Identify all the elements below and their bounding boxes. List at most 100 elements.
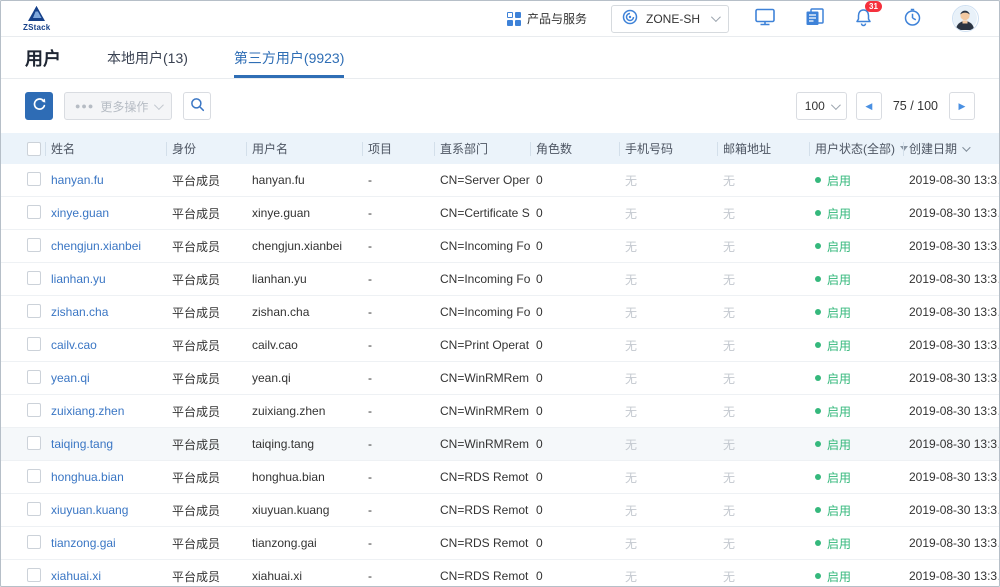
row-checkbox[interactable] (27, 271, 41, 285)
column-header-username[interactable]: 用户名 (246, 140, 362, 157)
next-arrow-icon: ▶ (959, 101, 966, 112)
roles-cell: 0 (530, 371, 619, 385)
column-header-date-sort[interactable]: 创建日期 (903, 140, 999, 157)
column-header-identity[interactable]: 身份 (166, 140, 246, 157)
refresh-button[interactable] (25, 92, 53, 120)
department-cell: CN=RDS Remot… (434, 503, 530, 517)
console-button[interactable] (755, 8, 775, 29)
column-header-project[interactable]: 项目 (362, 140, 434, 157)
status-dot-icon (815, 540, 821, 546)
user-name-link[interactable]: lianhan.yu (45, 272, 166, 286)
notification-badge: 31 (865, 1, 882, 13)
table-row[interactable]: zuixiang.zhen 平台成员 zuixiang.zhen - CN=Wi… (1, 395, 999, 428)
status-dot-icon (815, 210, 821, 216)
user-name-link[interactable]: chengjun.xianbei (45, 239, 166, 253)
table-row[interactable]: xinye.guan 平台成员 xinye.guan - CN=Certific… (1, 197, 999, 230)
identity-cell: 平台成员 (166, 568, 246, 585)
status-label: 启用 (827, 370, 851, 387)
table-row[interactable]: honghua.bian 平台成员 honghua.bian - CN=RDS … (1, 461, 999, 494)
status-badge: 启用 (815, 502, 903, 519)
column-header-name[interactable]: 姓名 (45, 140, 166, 157)
pagination: 100 ◀ 75 / 100 ▶ (796, 92, 975, 120)
identity-cell: 平台成员 (166, 502, 246, 519)
roles-cell: 0 (530, 569, 619, 583)
page-size-select[interactable]: 100 (796, 92, 847, 120)
user-name-link[interactable]: hanyan.fu (45, 173, 166, 187)
column-header-phone[interactable]: 手机号码 (619, 140, 717, 157)
row-checkbox[interactable] (27, 304, 41, 318)
table-row[interactable]: taiqing.tang 平台成员 taiqing.tang - CN=WinR… (1, 428, 999, 461)
row-checkbox[interactable] (27, 568, 41, 582)
row-checkbox[interactable] (27, 469, 41, 483)
more-actions-button[interactable]: ●●● 更多操作 (64, 92, 172, 120)
notifications-button[interactable]: 31 (854, 8, 873, 30)
table-row[interactable]: hanyan.fu 平台成员 hanyan.fu - CN=Server Ope… (1, 164, 999, 197)
table-row[interactable]: chengjun.xianbei 平台成员 chengjun.xianbei -… (1, 230, 999, 263)
status-dot-icon (815, 309, 821, 315)
status-dot-icon (815, 342, 821, 348)
phone-cell: 无 (619, 337, 717, 354)
row-checkbox[interactable] (27, 238, 41, 252)
table-row[interactable]: xiahuai.xi 平台成员 xiahuai.xi - CN=RDS Remo… (1, 560, 999, 587)
user-name-link[interactable]: zuixiang.zhen (45, 404, 166, 418)
top-header: ZStack 产品与服务 ZONE-SH (1, 1, 999, 37)
user-name-link[interactable]: honghua.bian (45, 470, 166, 484)
row-checkbox[interactable] (27, 403, 41, 417)
column-header-status-filter[interactable]: 用户状态(全部) (809, 140, 903, 157)
created-date-cell: 2019-08-30 13:3… (903, 470, 999, 484)
products-services-menu[interactable]: 产品与服务 (507, 10, 587, 27)
username-cell: lianhan.yu (246, 272, 362, 286)
table-row[interactable]: zishan.cha 平台成员 zishan.cha - CN=Incoming… (1, 296, 999, 329)
column-header-email[interactable]: 邮箱地址 (717, 140, 809, 157)
row-checkbox[interactable] (27, 535, 41, 549)
user-name-link[interactable]: xiahuai.xi (45, 569, 166, 583)
project-cell: - (362, 470, 434, 484)
page-title: 用户 (25, 45, 61, 71)
row-checkbox[interactable] (27, 436, 41, 450)
zstack-logo[interactable]: ZStack (23, 6, 50, 32)
app-window: ZStack 产品与服务 ZONE-SH (0, 0, 1000, 587)
row-checkbox[interactable] (27, 370, 41, 384)
table-row[interactable]: tianzong.gai 平台成员 tianzong.gai - CN=RDS … (1, 527, 999, 560)
email-cell: 无 (717, 238, 809, 255)
next-page-button[interactable]: ▶ (949, 92, 975, 120)
row-checkbox[interactable] (27, 337, 41, 351)
search-button[interactable] (183, 92, 211, 120)
chevron-down-icon (831, 100, 841, 110)
phone-cell: 无 (619, 370, 717, 387)
row-checkbox[interactable] (27, 205, 41, 219)
project-cell: - (362, 206, 434, 220)
column-header-department[interactable]: 直系部门 (434, 140, 530, 157)
user-menu[interactable] (952, 5, 979, 32)
user-name-link[interactable]: yean.qi (45, 371, 166, 385)
select-all-checkbox[interactable] (27, 142, 41, 156)
table-header-row: 姓名 身份 用户名 项目 直系部门 角色数 手机号码 邮箱地址 用户状态(全部)… (1, 133, 999, 164)
status-label: 启用 (827, 271, 851, 288)
column-header-roles[interactable]: 角色数 (530, 140, 619, 157)
prev-page-button[interactable]: ◀ (856, 92, 882, 120)
project-cell: - (362, 536, 434, 550)
project-cell: - (362, 503, 434, 517)
user-name-link[interactable]: xiuyuan.kuang (45, 503, 166, 517)
zone-selector[interactable]: ZONE-SH (611, 5, 729, 33)
user-name-link[interactable]: cailv.cao (45, 338, 166, 352)
username-cell: tianzong.gai (246, 536, 362, 550)
status-badge: 启用 (815, 205, 903, 222)
email-cell: 无 (717, 172, 809, 189)
table-row[interactable]: lianhan.yu 平台成员 lianhan.yu - CN=Incoming… (1, 263, 999, 296)
user-name-link[interactable]: zishan.cha (45, 305, 166, 319)
docs-button[interactable] (805, 8, 824, 29)
created-date-cell: 2019-08-30 13:3… (903, 569, 999, 583)
row-checkbox[interactable] (27, 502, 41, 516)
tab-third-party-users[interactable]: 第三方用户(9923) (234, 37, 344, 78)
tab-local-users[interactable]: 本地用户(13) (107, 37, 188, 78)
user-name-link[interactable]: xinye.guan (45, 206, 166, 220)
row-checkbox[interactable] (27, 172, 41, 186)
table-row[interactable]: xiuyuan.kuang 平台成员 xiuyuan.kuang - CN=RD… (1, 494, 999, 527)
history-button[interactable] (903, 8, 922, 30)
user-name-link[interactable]: taiqing.tang (45, 437, 166, 451)
tab-bar: 用户 本地用户(13) 第三方用户(9923) (1, 37, 999, 79)
table-row[interactable]: cailv.cao 平台成员 cailv.cao - CN=Print Oper… (1, 329, 999, 362)
table-row[interactable]: yean.qi 平台成员 yean.qi - CN=WinRMRem… 0 无 … (1, 362, 999, 395)
user-name-link[interactable]: tianzong.gai (45, 536, 166, 550)
